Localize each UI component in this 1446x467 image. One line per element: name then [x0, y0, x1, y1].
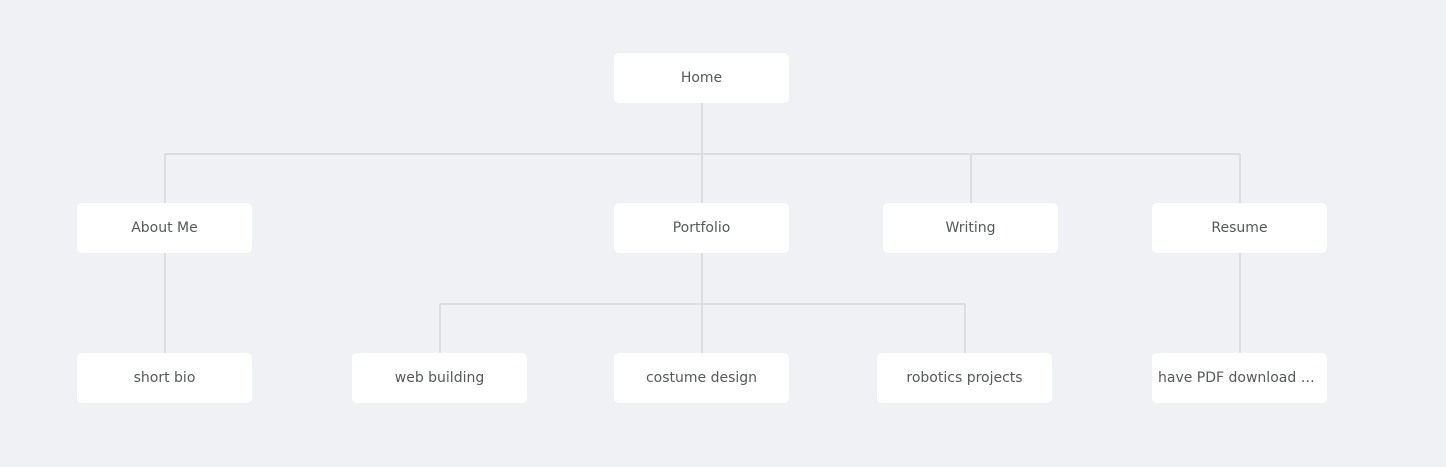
node-home[interactable]: Home [614, 53, 789, 103]
node-portfolio[interactable]: Portfolio [614, 203, 789, 253]
node-web-building[interactable]: web building [352, 353, 527, 403]
node-short-bio-label: short bio [133, 370, 196, 386]
node-about-me[interactable]: About Me [77, 203, 252, 253]
node-pdf-download[interactable]: have PDF download available [1152, 353, 1327, 403]
node-pdf-download-label: have PDF download available [1158, 370, 1321, 386]
node-robotics-projects[interactable]: robotics projects [877, 353, 1052, 403]
node-robotics-projects-label: robotics projects [906, 370, 1023, 386]
sitemap-diagram: Home About Me Portfolio Writing Resume s… [0, 0, 1446, 467]
node-costume-design-label: costume design [645, 370, 758, 386]
node-writing-label: Writing [945, 220, 996, 236]
node-about-me-label: About Me [131, 220, 198, 236]
node-portfolio-label: Portfolio [672, 220, 731, 236]
node-costume-design[interactable]: costume design [614, 353, 789, 403]
node-home-label: Home [680, 70, 723, 86]
node-resume-label: Resume [1211, 220, 1268, 236]
node-writing[interactable]: Writing [883, 203, 1058, 253]
node-resume[interactable]: Resume [1152, 203, 1327, 253]
node-web-building-label: web building [394, 370, 485, 386]
node-short-bio[interactable]: short bio [77, 353, 252, 403]
